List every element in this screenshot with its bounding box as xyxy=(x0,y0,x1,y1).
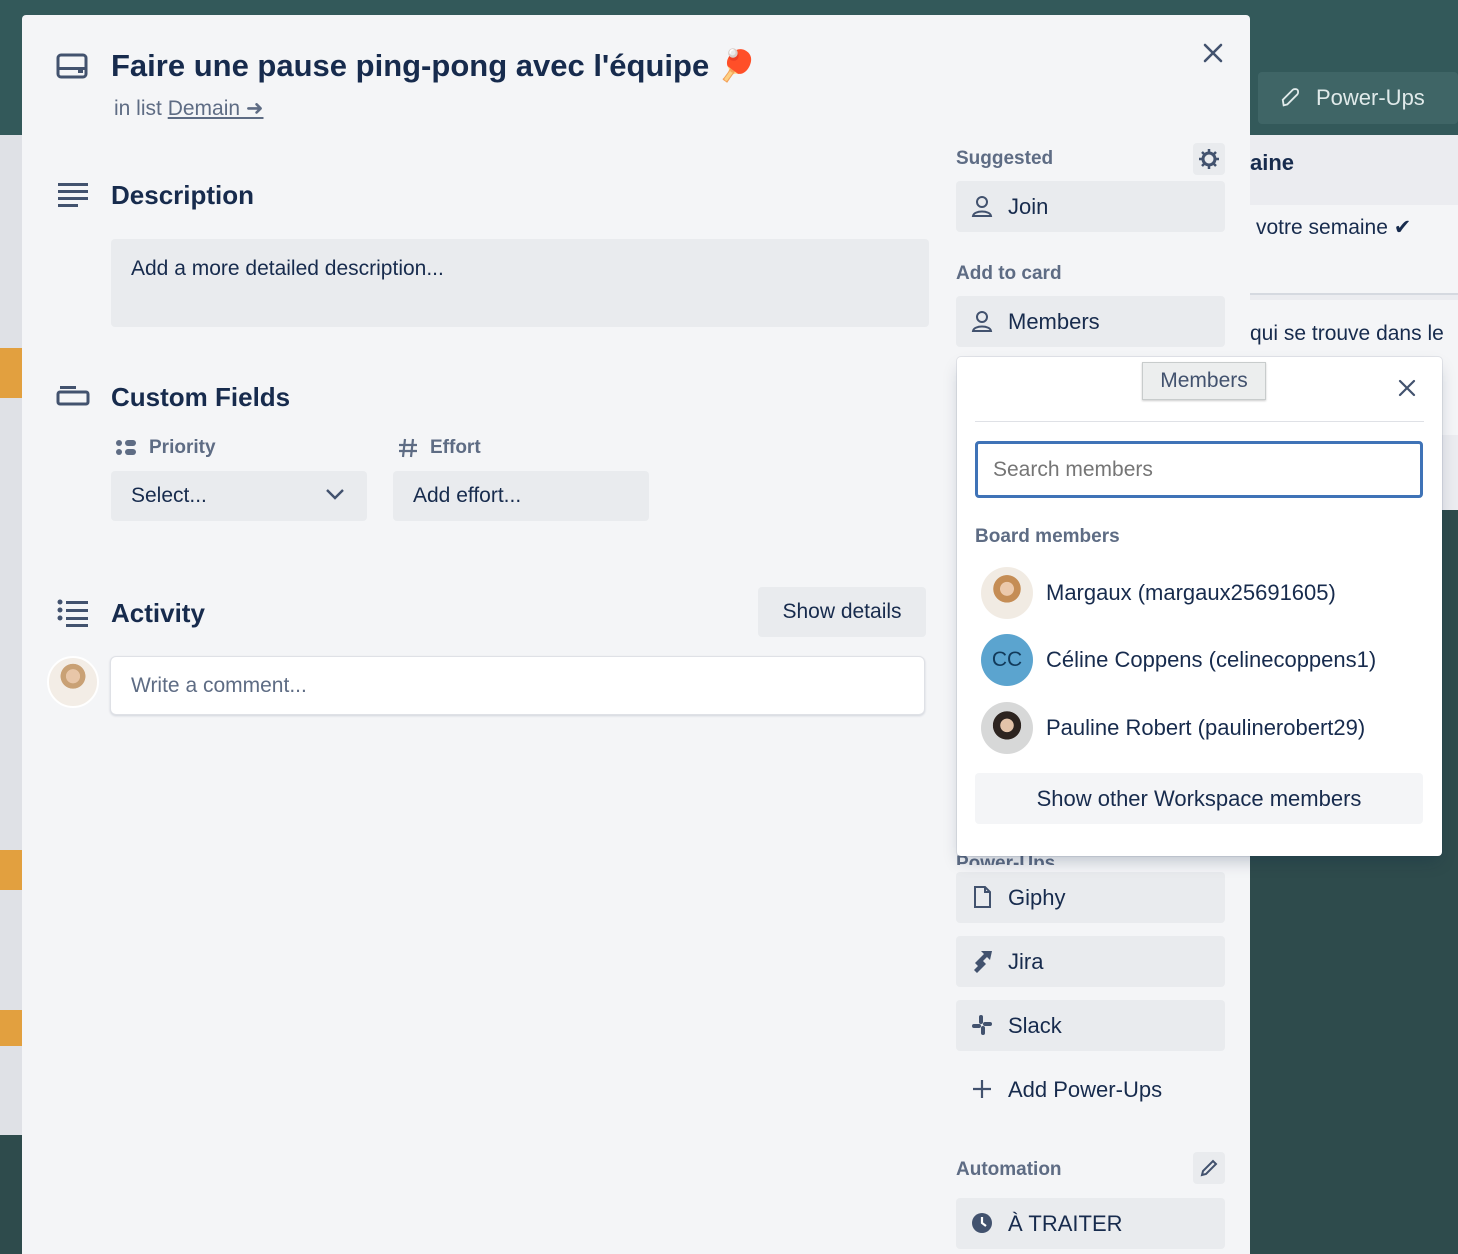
plus-icon xyxy=(973,1080,991,1098)
effort-label-text: Effort xyxy=(430,437,481,458)
list-link[interactable]: Demain ➜ xyxy=(168,97,264,120)
member-name: Céline Coppens (celinecoppens1) xyxy=(1046,647,1377,672)
board-card-label xyxy=(0,850,22,890)
jira-icon xyxy=(974,951,992,973)
members-label: Members xyxy=(1008,308,1100,334)
suggested-label: Suggested xyxy=(956,148,1054,169)
members-button[interactable]: Members xyxy=(956,296,1225,347)
board-powerups-button[interactable]: Power-Ups xyxy=(1258,72,1458,124)
avatar xyxy=(981,702,1033,754)
pencil-icon xyxy=(1200,1159,1218,1177)
member-name: Margaux (margaux25691605) xyxy=(1046,580,1336,605)
member-row[interactable]: CC Céline Coppens (celinecoppens1) xyxy=(975,630,1424,690)
card-title[interactable]: Faire une pause ping-pong avec l'équipe … xyxy=(111,47,756,84)
avatar: CC xyxy=(981,634,1033,686)
members-popover: Members Board members Margaux (margaux25… xyxy=(957,357,1442,856)
custom-fields-title: Custom Fields xyxy=(111,382,291,412)
priority-label: Priority xyxy=(115,437,216,459)
powerup-label: Jira xyxy=(1008,948,1044,974)
show-other-members-button[interactable]: Show other Workspace members xyxy=(975,773,1423,824)
board-card-cover xyxy=(0,348,22,398)
priority-label-text: Priority xyxy=(149,437,216,458)
powerup-label: Slack xyxy=(1008,1012,1062,1038)
show-details-button[interactable]: Show details xyxy=(758,587,926,637)
board-card-label xyxy=(0,1010,22,1046)
member-row[interactable]: Pauline Robert (paulinerobert29) xyxy=(975,698,1424,758)
board-list-header: aine xyxy=(1250,150,1295,175)
card-icon xyxy=(56,53,88,79)
priority-select[interactable]: Select... xyxy=(111,471,367,521)
in-list-prefix: in list xyxy=(114,97,162,120)
user-icon xyxy=(971,311,993,332)
effort-input[interactable]: Add effort... xyxy=(393,471,649,521)
powerup-label: Giphy xyxy=(1008,884,1066,910)
description-icon xyxy=(58,183,88,207)
board-card-text: qui se trouve dans le xyxy=(1250,322,1444,345)
activity-icon xyxy=(57,599,88,627)
join-button[interactable]: Join xyxy=(956,181,1225,232)
avatar xyxy=(981,567,1033,619)
custom-fields-icon xyxy=(56,386,90,406)
avatar xyxy=(47,656,99,708)
automation-button[interactable]: À TRAITER xyxy=(956,1198,1225,1249)
board-card[interactable]: votre semaine ✔ xyxy=(1250,205,1458,295)
activity-title: Activity xyxy=(111,598,205,628)
powerup-jira-button[interactable]: Jira xyxy=(956,936,1225,987)
comment-input[interactable]: Write a comment... xyxy=(110,656,925,715)
automation-button-label: À TRAITER xyxy=(1008,1210,1123,1236)
powerup-giphy-button[interactable]: Giphy xyxy=(956,872,1225,923)
automation-edit-button[interactable] xyxy=(1193,1152,1225,1184)
close-icon[interactable] xyxy=(1197,37,1229,69)
slack-icon xyxy=(972,1015,992,1035)
search-members-input[interactable] xyxy=(975,441,1423,498)
description-input[interactable]: Add a more detailed description... xyxy=(111,239,929,327)
add-to-card-label: Add to card xyxy=(956,263,1062,284)
description-title: Description xyxy=(111,180,255,210)
add-powerups-button[interactable]: Add Power-Ups xyxy=(956,1064,1225,1115)
effort-label: Effort xyxy=(398,437,481,459)
rocket-icon xyxy=(1281,88,1300,107)
priority-value: Select... xyxy=(131,484,207,507)
member-name: Pauline Robert (paulinerobert29) xyxy=(1046,715,1366,740)
popover-title: Members xyxy=(1142,362,1266,400)
board-card-text: votre semaine ✔ xyxy=(1256,216,1412,239)
board-powerups-label: Power-Ups xyxy=(1316,85,1425,110)
gear-icon xyxy=(1199,149,1219,169)
file-icon xyxy=(974,886,991,908)
list-bullet-icon xyxy=(116,440,136,455)
clock-icon xyxy=(972,1213,992,1233)
powerup-slack-button[interactable]: Slack xyxy=(956,1000,1225,1051)
board-members-label: Board members xyxy=(975,526,1120,547)
member-row[interactable]: Margaux (margaux25691605) xyxy=(975,563,1424,623)
popover-divider xyxy=(975,421,1424,422)
add-powerups-label: Add Power-Ups xyxy=(1008,1076,1163,1102)
join-label: Join xyxy=(1008,193,1049,219)
chevron-down-icon xyxy=(326,489,344,500)
close-icon[interactable] xyxy=(1395,376,1419,400)
hash-icon xyxy=(399,438,417,458)
automation-label: Automation xyxy=(956,1159,1062,1180)
board-list-left xyxy=(0,135,22,1135)
suggested-settings-button[interactable] xyxy=(1193,143,1225,175)
user-icon xyxy=(971,196,993,217)
card-list-info: in list Demain ➜ xyxy=(114,96,264,121)
